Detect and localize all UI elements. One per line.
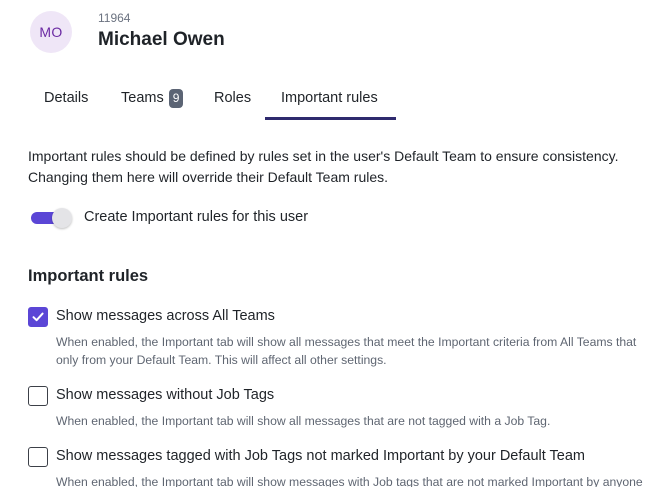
toggle-label: Create Important rules for this user [84, 209, 309, 225]
user-name: Michael Owen [98, 29, 225, 50]
tab-important-rules-label: Important rules [281, 90, 378, 106]
toggle-knob [52, 208, 72, 228]
rule-description-line: When enabled, the Important tab will sho… [56, 414, 551, 428]
tab-roles[interactable]: Roles [198, 84, 267, 120]
intro-line-2: Changing them here will override their D… [28, 169, 389, 185]
rule-description-line: When enabled, the Important tab will sho… [56, 475, 643, 487]
avatar: MO [30, 11, 72, 53]
rule-label[interactable]: Show messages across All Teams [56, 308, 275, 324]
section-title: Important rules [28, 267, 149, 285]
intro-text: Important rules should be defined by rul… [28, 146, 665, 188]
all-teams-checkbox[interactable] [28, 307, 48, 327]
user-id: 11964 [98, 11, 131, 25]
tab-roles-label: Roles [214, 90, 252, 106]
rule-description: When enabled, the Important tab will sho… [56, 473, 643, 487]
tab-details[interactable]: Details [28, 84, 104, 120]
checkmark-icon [32, 312, 44, 322]
rule-description: When enabled, the Important tab will sho… [56, 333, 636, 369]
teams-count-badge: 9 [168, 89, 184, 108]
rule-description-line: only from your Default Team. This will a… [56, 353, 387, 367]
tab-details-label: Details [44, 90, 89, 106]
rule-label[interactable]: Show messages tagged with Job Tags not m… [56, 448, 585, 464]
rule-description-line: When enabled, the Important tab will sho… [56, 335, 637, 349]
create-important-rules-toggle[interactable] [31, 207, 73, 229]
tab-teams[interactable]: Teams 9 [105, 84, 199, 120]
tab-teams-label: Teams [121, 90, 164, 106]
rule-label[interactable]: Show messages without Job Tags [56, 387, 274, 403]
without-job-tags-checkbox[interactable] [28, 386, 48, 406]
rule-description: When enabled, the Important tab will sho… [56, 412, 550, 430]
tab-important-rules[interactable]: Important rules [265, 84, 396, 120]
job-tags-not-important-checkbox[interactable] [28, 447, 48, 467]
tab-bar: Details Teams 9 Roles Important rules [28, 84, 665, 120]
intro-line-1: Important rules should be defined by rul… [28, 148, 619, 164]
